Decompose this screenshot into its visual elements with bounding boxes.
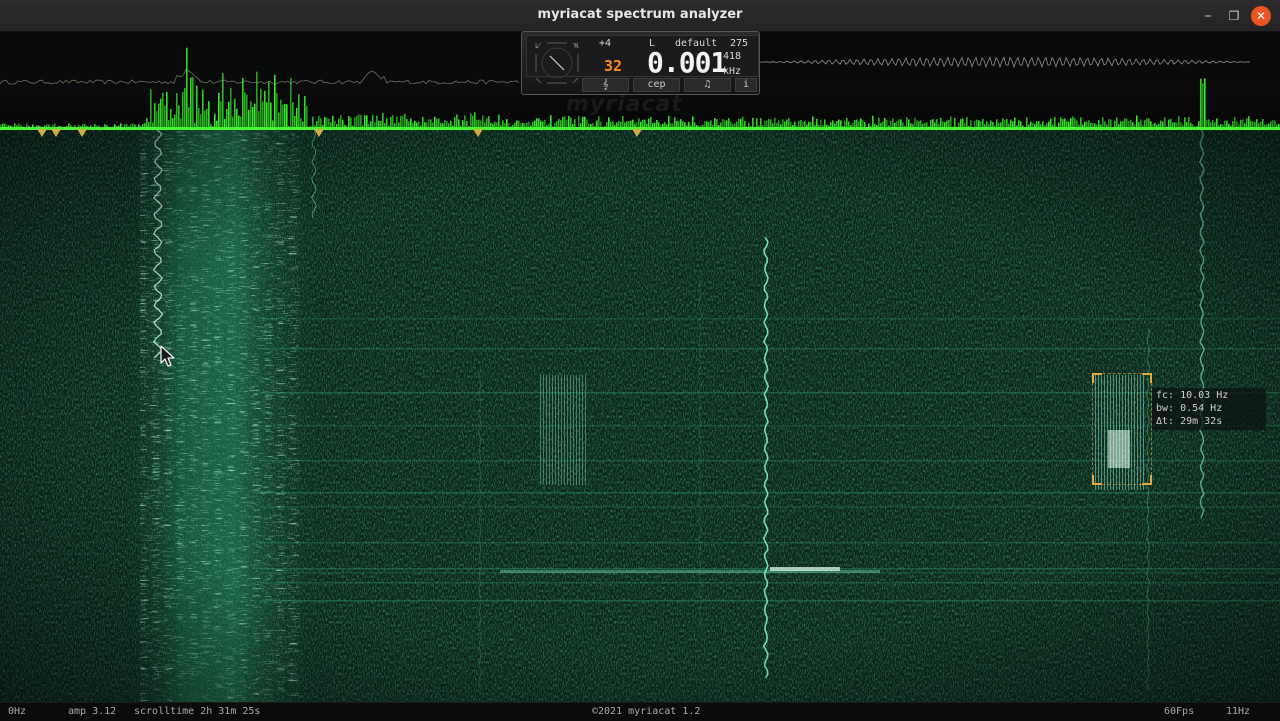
frequency-sub-readout: 418: [723, 51, 742, 62]
pitch-offset: +4: [599, 38, 612, 49]
clef-button[interactable]: 𝄞: [582, 78, 629, 92]
cepstrum-button[interactable]: cep: [633, 78, 680, 92]
copyright-text: ©2021 myriacat 1.2: [592, 706, 701, 717]
close-button[interactable]: ✕: [1251, 6, 1271, 26]
widget-button-row: 𝄞 cep ♫ i: [582, 78, 757, 92]
maximize-button[interactable]: ❐: [1224, 6, 1244, 26]
spectrogram-waterfall[interactable]: [0, 130, 1280, 702]
title-bar[interactable]: myriacat spectrum analyzer – ❐ ✕: [0, 0, 1280, 32]
scrolltime-readout[interactable]: scrolltime 2h 31m 25s: [134, 706, 260, 717]
selection-handle[interactable]: [1092, 475, 1102, 485]
bandwidth: bw: 0.54 Hz: [1156, 403, 1223, 414]
frequency-unit: kHz: [723, 66, 742, 77]
frequency-marker[interactable]: [314, 129, 324, 137]
svg-text:R: R: [574, 42, 579, 50]
frequency-marker[interactable]: [37, 129, 47, 137]
notes-button[interactable]: ♫: [684, 78, 731, 92]
frequency-marker[interactable]: [632, 129, 642, 137]
frequency-marker[interactable]: [473, 129, 483, 137]
selection-handle[interactable]: [1142, 373, 1152, 383]
selection-box[interactable]: [1092, 373, 1152, 485]
watermark-logo: myriacat: [566, 92, 683, 117]
preset-counter: 275: [730, 38, 749, 49]
status-bar: 0Hz amp 3.12 scrolltime 2h 31m 25s ©2021…: [0, 702, 1280, 721]
selection-handle[interactable]: [1092, 373, 1102, 383]
level-readout: 32: [604, 57, 623, 75]
tuner-widget[interactable]: L R +4 L default 275 32 0.001 418 kHz 𝄞 …: [521, 31, 760, 95]
window-title: myriacat spectrum analyzer: [537, 7, 743, 22]
info-button[interactable]: i: [735, 78, 757, 92]
frequency-marker[interactable]: [51, 129, 61, 137]
svg-text:L: L: [535, 42, 539, 50]
stereo-scope-icon: L R: [535, 42, 579, 84]
amp-readout[interactable]: amp 3.12: [68, 706, 116, 717]
selection-info: fc: 10.03 Hz bw: 0.54 Hz Δt: 29m 32s: [1152, 388, 1266, 430]
min-frequency-label: 0Hz: [8, 706, 27, 717]
frequency-readout: 0.001: [647, 46, 727, 79]
minimize-button[interactable]: –: [1198, 6, 1218, 26]
fps-readout: 60Fps: [1164, 706, 1195, 717]
arrow-pointer-icon: [160, 345, 175, 367]
spectrogram-image: [0, 130, 1280, 702]
max-frequency-label: 11Hz: [1226, 706, 1251, 717]
delta-time: Δt: 29m 32s: [1156, 416, 1223, 427]
tuner-display: L R +4 L default 275 32 0.001 418 kHz: [526, 35, 759, 84]
frequency-marker[interactable]: [77, 129, 87, 137]
selection-handle[interactable]: [1142, 475, 1152, 485]
center-frequency: fc: 10.03 Hz: [1156, 390, 1229, 401]
